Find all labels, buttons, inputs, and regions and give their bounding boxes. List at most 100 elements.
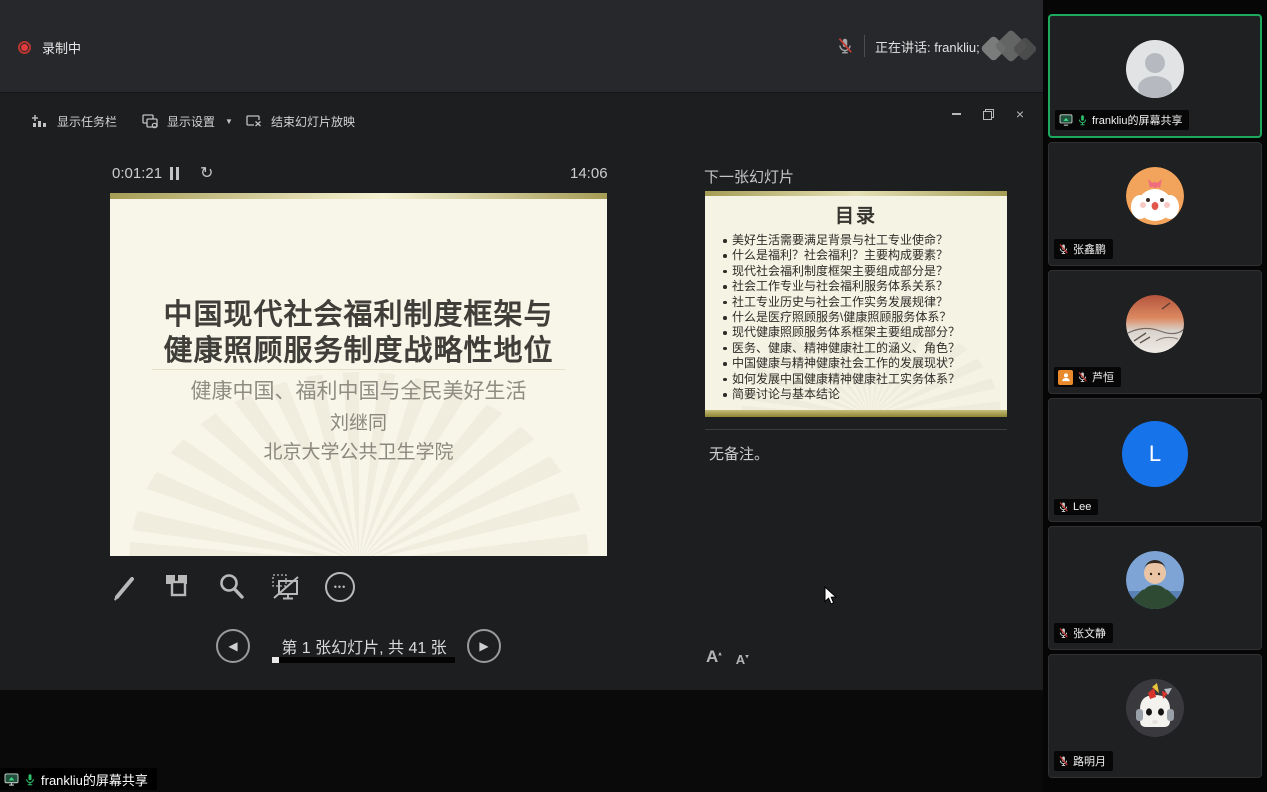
window-controls: × — [948, 106, 1028, 122]
slide-progress-bar[interactable] — [272, 657, 455, 663]
end-slideshow-icon — [246, 114, 263, 129]
screen-share-banner: frankliu的屏幕共享 — [0, 768, 157, 790]
screen-share-icon — [1059, 114, 1073, 126]
participant-tile[interactable]: 芦恒 — [1048, 270, 1262, 394]
decrease-font-button[interactable]: A▾ — [736, 652, 749, 667]
slide-gold-bar — [705, 191, 1007, 196]
pen-icon — [109, 572, 139, 602]
slide-affiliation: 北京大学公共卫生学院 — [110, 437, 607, 464]
participants-sidebar: frankliu的屏幕共享 — [1043, 0, 1267, 792]
close-button[interactable]: × — [1012, 106, 1028, 122]
toc-bullet: 简要讨论与基本结论 — [721, 387, 1001, 402]
presenter-window: 显示任务栏 显示设置 ▼ 结束幻灯片放映 — [0, 92, 1043, 690]
participant-name: 路明月 — [1073, 753, 1106, 769]
avatar-letter: L — [1149, 441, 1161, 467]
display-settings-button[interactable]: 显示设置 ▼ — [142, 113, 233, 130]
see-all-slides-button[interactable] — [160, 569, 196, 605]
slide-gold-bar-bottom — [705, 410, 1007, 417]
mic-muted-icon — [836, 37, 854, 55]
mic-muted-icon — [1058, 755, 1069, 767]
next-slide-button[interactable]: ▶ — [467, 629, 501, 663]
notes-text: 无备注。 — [709, 443, 769, 464]
meeting-header: 录制中 正在讲话: frankliu; — [0, 0, 1043, 92]
next-slide-title: 目录 — [705, 201, 1007, 228]
participant-label: 张文静 — [1054, 623, 1113, 643]
toc-bullet: 社会工作专业与社会福利服务体系关系？ — [721, 279, 1001, 294]
mic-muted-icon — [1077, 371, 1088, 383]
elapsed-time: 0:01:21 — [112, 165, 162, 182]
chevron-down-icon: ▼ — [225, 117, 233, 126]
person-silhouette-icon — [1126, 40, 1184, 98]
avatar — [1126, 40, 1184, 98]
current-slide[interactable]: 中国现代社会福利制度框架与 健康照顾服务制度战略性地位 健康中国、福利中国与全民… — [110, 193, 607, 556]
speaking-indicator: 正在讲话: frankliu; — [836, 33, 980, 59]
zoom-slide-button[interactable] — [214, 569, 250, 605]
pause-timer-button[interactable] — [170, 167, 179, 180]
screen-share-icon — [4, 773, 19, 786]
puppy-avatar — [1126, 167, 1184, 225]
toc-bullet: 美好生活需要满足背景与社工专业使命？ — [721, 233, 1001, 248]
display-settings-icon — [142, 114, 159, 129]
meeting-logo-icon — [982, 30, 1040, 66]
notes-divider — [705, 429, 1007, 430]
next-slide-panel-label: 下一张幻灯片 — [704, 166, 794, 187]
increase-font-button[interactable]: A▴ — [706, 647, 722, 667]
recording-dot-icon — [18, 41, 31, 54]
toc-bullet: 现代社会福利制度框架主要组成部分是？ — [721, 264, 1001, 279]
show-taskbar-label: 显示任务栏 — [57, 113, 117, 130]
slide-sorter-icon — [163, 572, 193, 602]
taskbar-icon — [32, 114, 49, 129]
participant-tile[interactable]: L Lee — [1048, 398, 1262, 522]
participant-name: frankliu的屏幕共享 — [1092, 112, 1182, 128]
speaking-label: 正在讲话: frankliu; — [875, 37, 980, 56]
shared-screen-area: 录制中 正在讲话: frankliu; — [0, 0, 1043, 792]
end-slideshow-button[interactable]: 结束幻灯片放映 — [246, 113, 355, 130]
toc-bullet: 如何发展中国健康精神健康社工实务体系？ — [721, 372, 1001, 387]
recording-indicator[interactable]: 录制中 — [18, 38, 81, 57]
toc-bullet: 中国健康与精神健康社会工作的发展现状？ — [721, 356, 1001, 371]
divider — [864, 35, 865, 57]
participant-label: 芦恒 — [1054, 367, 1121, 387]
participant-tile-frankliu[interactable]: frankliu的屏幕共享 — [1048, 14, 1262, 138]
black-screen-button[interactable] — [268, 569, 304, 605]
toc-bullet: 社工专业历史与社会工作实务发展规律？ — [721, 295, 1001, 310]
slide-subtitle: 健康中国、福利中国与全民美好生活 — [110, 375, 607, 405]
slide-title-line2: 健康照顾服务制度战略性地位 — [110, 327, 607, 369]
pen-tool-button[interactable] — [106, 569, 142, 605]
minimize-button[interactable] — [948, 106, 964, 122]
black-screen-icon — [270, 572, 302, 602]
participant-tile[interactable]: 张鑫鹏 — [1048, 142, 1262, 266]
more-options-button[interactable]: ••• — [322, 569, 358, 605]
slide-tools: ••• — [106, 567, 358, 607]
restart-timer-button[interactable]: ↻ — [200, 163, 213, 183]
avatar: L — [1122, 421, 1188, 487]
participant-label: Lee — [1054, 499, 1098, 515]
toc-bullet: 什么是医疗照顾服务\健康照顾服务体系？ — [721, 310, 1001, 325]
end-slideshow-label: 结束幻灯片放映 — [271, 113, 355, 130]
host-badge-icon — [1058, 370, 1073, 385]
restore-button[interactable] — [980, 106, 996, 122]
progress-thumb[interactable] — [272, 657, 279, 663]
share-banner-label: frankliu的屏幕共享 — [41, 770, 148, 789]
show-taskbar-button[interactable]: 显示任务栏 — [32, 113, 117, 130]
mouse-cursor — [824, 586, 838, 606]
participant-tile[interactable]: 张文静 — [1048, 526, 1262, 650]
participant-label: frankliu的屏幕共享 — [1055, 110, 1189, 130]
previous-slide-button[interactable]: ◀ — [216, 629, 250, 663]
participant-label: 张鑫鹏 — [1054, 239, 1113, 259]
mic-muted-icon — [1058, 501, 1069, 513]
participant-name: Lee — [1073, 501, 1091, 513]
toc-bullet: 医务、健康、精神健康社工的涵义、角色？ — [721, 341, 1001, 356]
mic-muted-icon — [1058, 627, 1069, 639]
participant-name: 张鑫鹏 — [1073, 241, 1106, 257]
toc-bullet-list: 美好生活需要满足背景与社工专业使命？什么是福利？社会福利？主要构成要素？现代社会… — [721, 233, 1001, 402]
avatar — [1126, 167, 1184, 225]
mic-on-icon — [1077, 114, 1088, 126]
participant-tile[interactable]: 路明月 — [1048, 654, 1262, 778]
participant-name: 芦恒 — [1092, 369, 1114, 385]
slide-counter: 第 1 张幻灯片, 共 41 张 — [268, 634, 460, 658]
slide-author: 刘继同 — [110, 408, 607, 435]
avatar — [1126, 679, 1184, 737]
sunset-avatar — [1126, 295, 1184, 353]
timer-row: 0:01:21 ↻ 14:06 — [0, 163, 620, 187]
